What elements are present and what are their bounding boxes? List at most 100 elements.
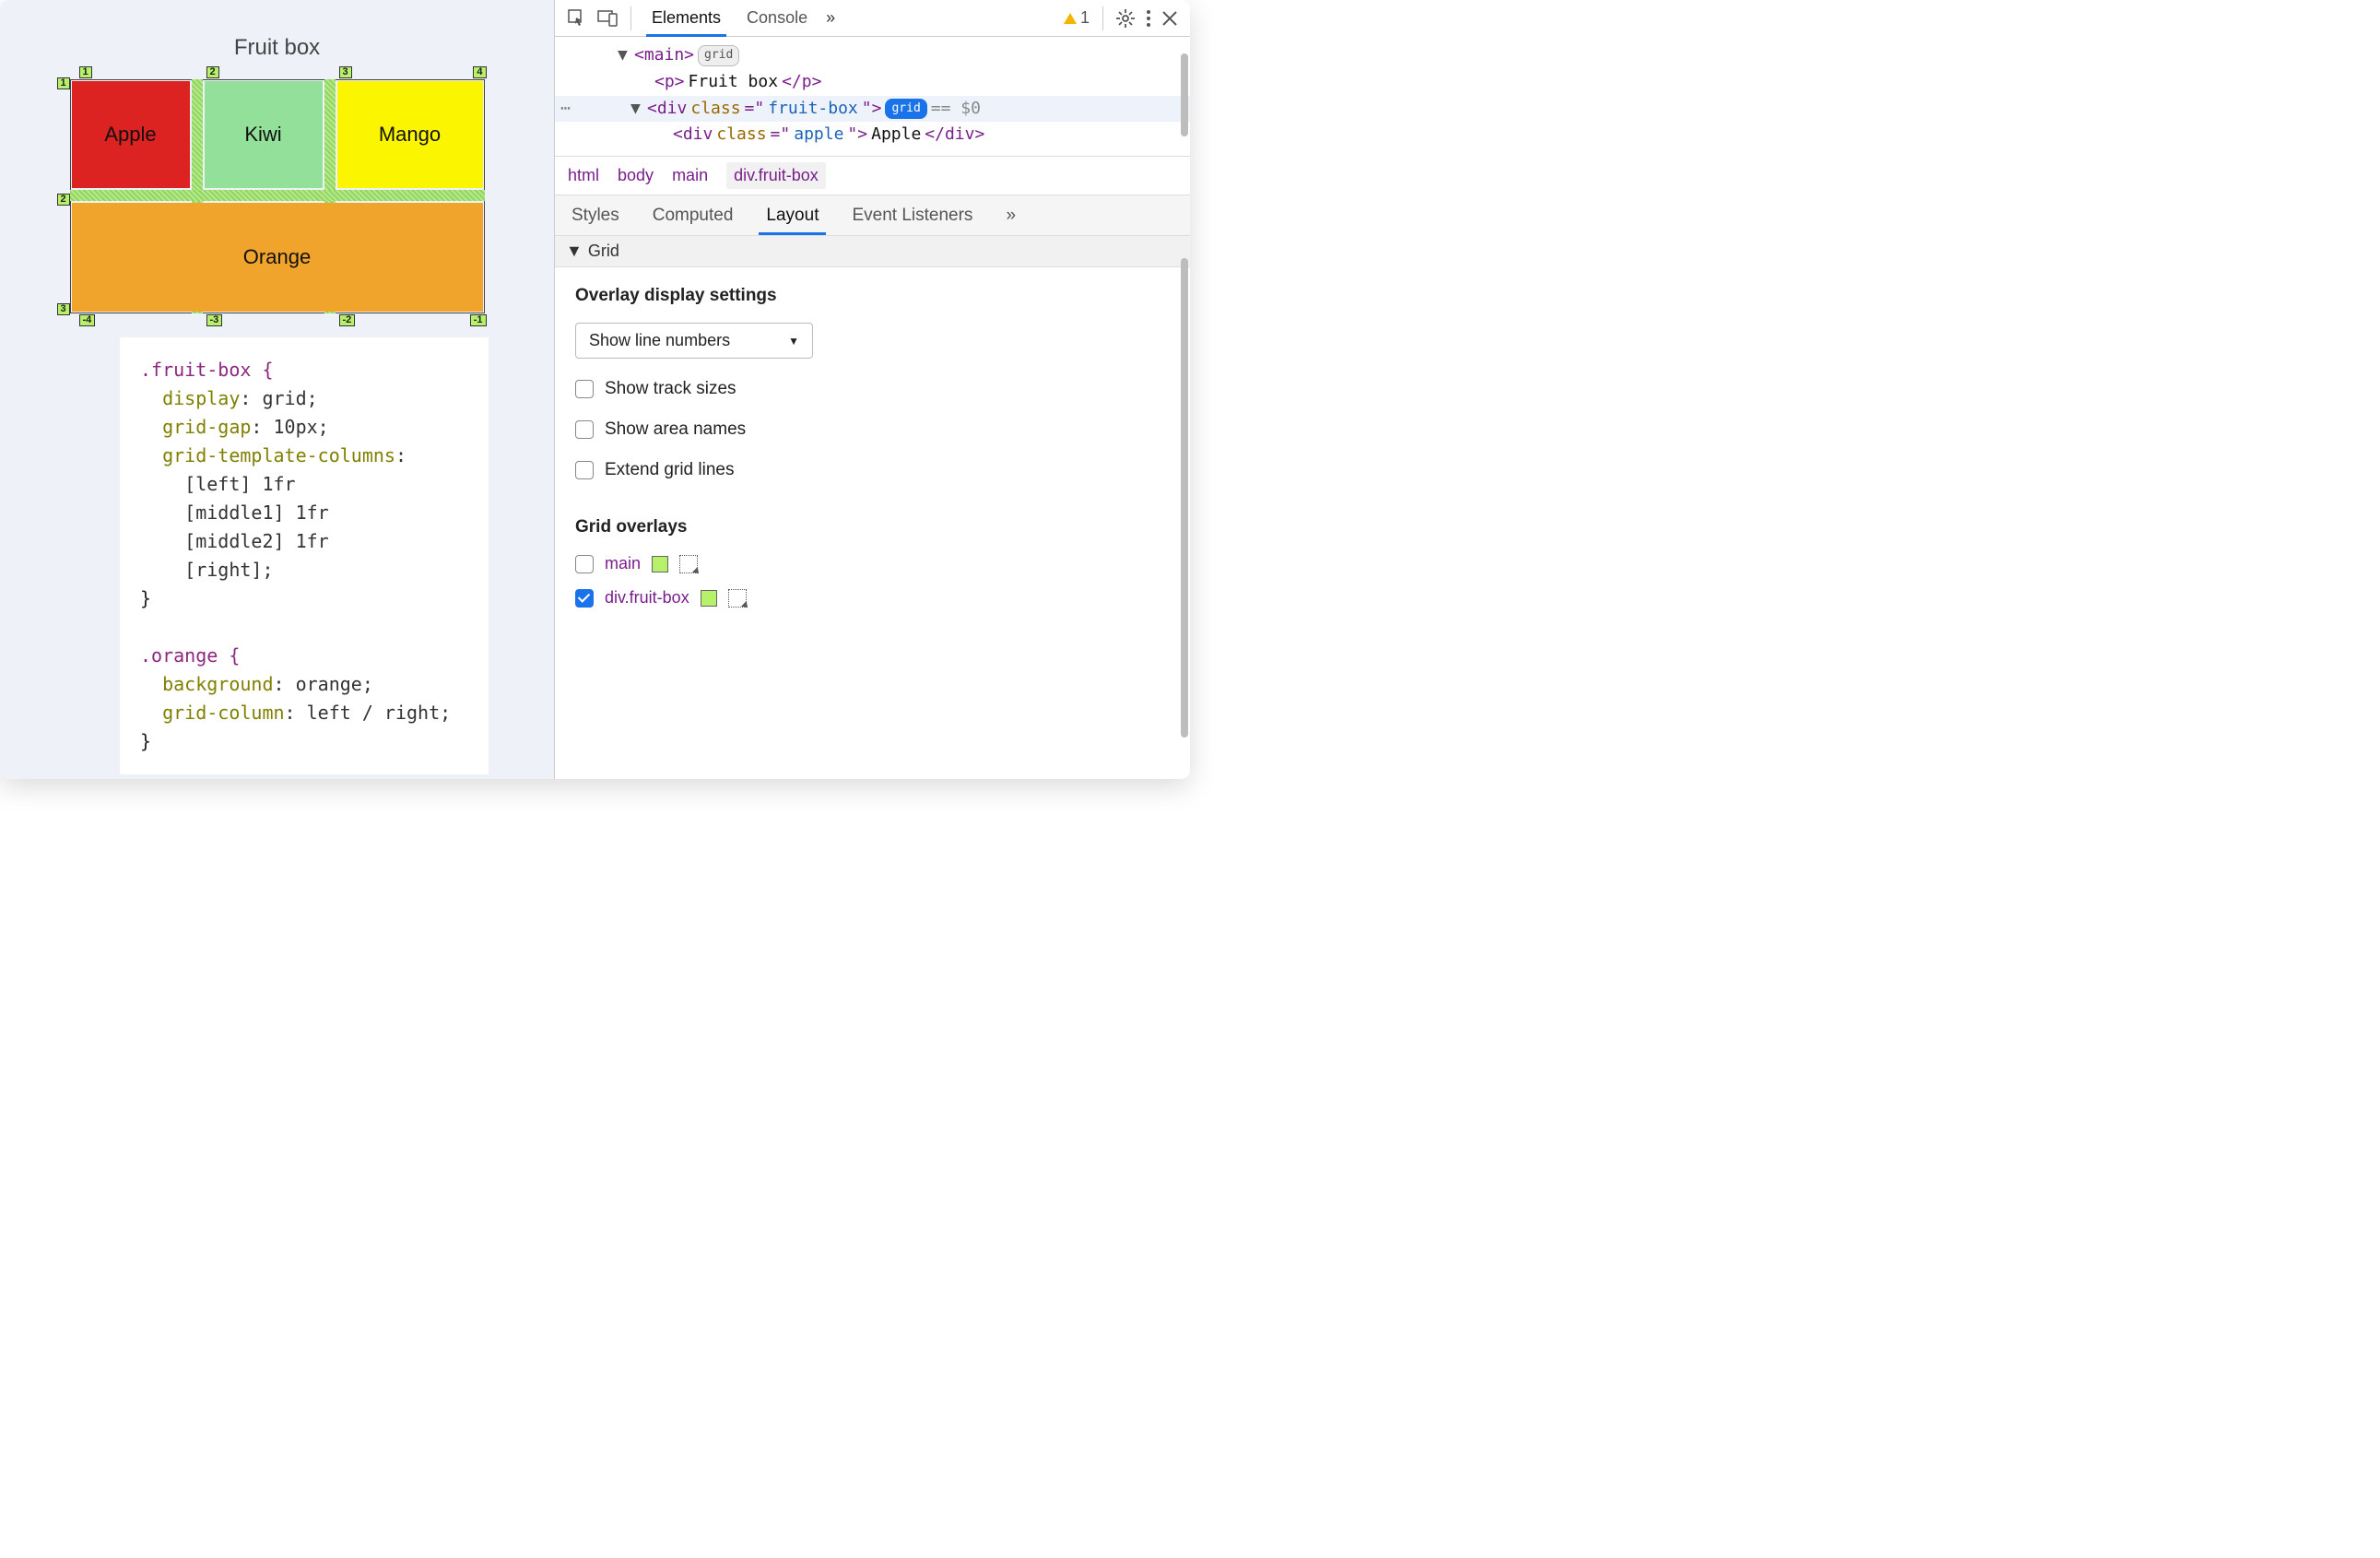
dom-attr-name: class	[690, 96, 740, 123]
tab-elements[interactable]: Elements	[639, 0, 734, 37]
grid-line-label: 2	[206, 66, 219, 78]
dom-node-p[interactable]: <p>Fruit box</p>	[581, 69, 1190, 96]
caret-down-icon[interactable]: ▼	[630, 96, 643, 123]
caret-down-icon[interactable]: ▼	[618, 42, 630, 69]
grid-line-label: 3	[57, 303, 70, 315]
dom-node-main[interactable]: ▼ <main> grid	[581, 42, 1190, 69]
toolbar-separator	[1102, 6, 1103, 30]
page-title: Fruit box	[0, 35, 554, 61]
checkbox-unchecked[interactable]	[575, 555, 594, 573]
layout-panel-body: Overlay display settings Show line numbe…	[555, 267, 1190, 626]
breadcrumb: html body main div.fruit-box	[555, 157, 1190, 195]
grid-section-title: Grid	[588, 242, 619, 261]
cell-mango: Mango	[337, 81, 483, 188]
settings-gear-icon[interactable]	[1111, 6, 1140, 30]
line-numbers-select[interactable]: Show line numbers ▼	[575, 323, 813, 359]
kebab-menu-icon[interactable]	[1140, 6, 1157, 30]
subtab-styles[interactable]: Styles	[555, 195, 636, 235]
scrollbar[interactable]	[1177, 46, 1190, 779]
tab-console[interactable]: Console	[734, 0, 820, 37]
warning-count: 1	[1080, 8, 1090, 28]
cell-orange: Orange	[72, 203, 483, 312]
device-toggle-icon[interactable]	[592, 6, 623, 30]
dom-punct: ">	[862, 96, 882, 123]
show-area-names-row[interactable]: Show area names	[575, 419, 1170, 440]
dom-attr-value: apple	[794, 122, 843, 148]
dom-tag: <div	[647, 96, 687, 123]
grid-overlay-row-fruit-box[interactable]: div.fruit-box	[575, 588, 1170, 608]
warnings-badge[interactable]: 1	[1058, 8, 1095, 28]
breadcrumb-item[interactable]: main	[672, 166, 708, 185]
devtools-panel: Elements Console » 1 ▼ <main> gr	[554, 0, 1190, 779]
dom-attr-value: fruit-box	[768, 96, 858, 123]
highlight-element-icon[interactable]	[728, 589, 747, 608]
dom-attr-name: class	[716, 122, 766, 148]
dom-tag: <div	[673, 122, 713, 148]
grid-line-label: -4	[79, 314, 96, 326]
grid-badge[interactable]: grid	[698, 45, 739, 66]
subtabs: Styles Computed Layout Event Listeners »	[555, 195, 1190, 236]
inspect-element-icon[interactable]	[562, 6, 592, 30]
highlight-element-icon[interactable]	[679, 555, 698, 573]
grid-line-label: -2	[339, 314, 356, 326]
checkbox-unchecked[interactable]	[575, 420, 594, 439]
grid-line-label: -3	[206, 314, 223, 326]
dom-tree[interactable]: ▼ <main> grid <p>Fruit box</p> ⋯ ▼ <div …	[555, 37, 1190, 157]
grid-overlay-row-main[interactable]: main	[575, 554, 1170, 573]
devtools-toolbar: Elements Console » 1	[555, 0, 1190, 37]
grid-overlays-title: Grid overlays	[575, 517, 1170, 537]
grid-line-label: 1	[57, 77, 70, 89]
dom-node-fruit-box[interactable]: ⋯ ▼ <div class="fruit-box"> grid == $0	[555, 96, 1190, 123]
dom-tag: </div>	[925, 122, 984, 148]
checkbox-checked[interactable]	[575, 589, 594, 608]
grid-badge-selected[interactable]: grid	[885, 99, 926, 120]
scrollbar-thumb[interactable]	[1181, 258, 1188, 738]
grid-section-header[interactable]: ▼ Grid	[555, 236, 1190, 267]
grid-line-label: -1	[470, 314, 487, 326]
checkbox-label: Extend grid lines	[605, 460, 734, 480]
checkbox-label: Show area names	[605, 419, 746, 440]
color-swatch[interactable]	[652, 556, 668, 572]
app-window: Fruit box Apple Kiwi Mango Orange 1 2 3 …	[0, 0, 1190, 779]
checkbox-label: Show track sizes	[605, 379, 736, 399]
more-tabs-button[interactable]: »	[820, 6, 841, 30]
fruit-box-grid-overlay: Apple Kiwi Mango Orange 1 2 3 4 -4 -3 -2…	[70, 79, 485, 313]
rendered-page-pane: Fruit box Apple Kiwi Mango Orange 1 2 3 …	[0, 0, 554, 779]
breadcrumb-item[interactable]: body	[618, 166, 654, 185]
extend-grid-lines-row[interactable]: Extend grid lines	[575, 460, 1170, 480]
dom-node-apple[interactable]: <div class="apple">Apple</div>	[581, 122, 1190, 148]
subtab-layout[interactable]: Layout	[749, 195, 835, 235]
toolbar-separator	[630, 6, 631, 30]
subtab-computed[interactable]: Computed	[636, 195, 750, 235]
cell-kiwi: Kiwi	[205, 81, 323, 188]
dom-text: Apple	[871, 122, 921, 148]
dom-text: Fruit box	[689, 69, 779, 96]
close-devtools-icon[interactable]	[1157, 6, 1183, 30]
breadcrumb-item[interactable]: html	[568, 166, 599, 185]
chevron-down-icon: ▼	[788, 335, 799, 348]
color-swatch[interactable]	[701, 590, 717, 607]
dom-tag: <p>	[654, 69, 685, 96]
select-value: Show line numbers	[589, 331, 730, 350]
caret-down-icon: ▼	[566, 242, 583, 261]
grid-line-label: 4	[473, 66, 486, 78]
dom-tag: </p>	[782, 69, 821, 96]
cell-apple: Apple	[72, 81, 190, 188]
checkbox-unchecked[interactable]	[575, 380, 594, 398]
subtab-event-listeners[interactable]: Event Listeners	[835, 195, 989, 235]
dom-punct: ="	[771, 122, 791, 148]
checkbox-unchecked[interactable]	[575, 461, 594, 479]
breadcrumb-item-active[interactable]: div.fruit-box	[726, 162, 826, 189]
warning-icon	[1064, 13, 1077, 24]
dom-ellipsis-icon[interactable]: ⋯	[560, 96, 571, 123]
overlay-settings-title: Overlay display settings	[575, 286, 1170, 306]
show-track-sizes-row[interactable]: Show track sizes	[575, 379, 1170, 399]
dom-punct: ">	[847, 122, 867, 148]
dom-selected-indicator: == $0	[931, 96, 981, 123]
grid-line-label: 2	[57, 194, 70, 206]
grid-line-label: 1	[79, 66, 92, 78]
more-subtabs-button[interactable]: »	[989, 195, 1032, 235]
scrollbar-thumb[interactable]	[1181, 53, 1188, 136]
overlay-name: main	[605, 554, 641, 573]
css-code-block: .fruit-box { display: grid; grid-gap: 10…	[120, 337, 489, 774]
